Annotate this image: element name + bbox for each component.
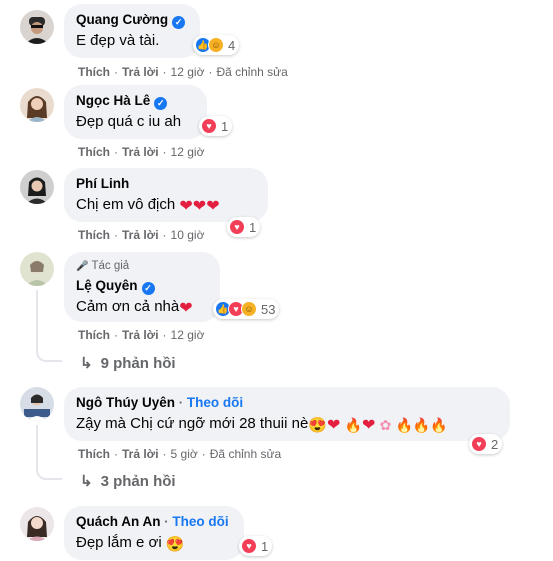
reaction-count: 2: [491, 436, 499, 452]
like-button[interactable]: Thích: [78, 65, 110, 79]
reaction-summary[interactable]: 👍 ♥ ☺ 53: [213, 299, 280, 319]
thread-connector: [36, 344, 62, 362]
reaction-summary[interactable]: ♥ 1: [227, 217, 261, 237]
timestamp[interactable]: 12 giờ: [171, 145, 205, 159]
fire-emoji-icon: 🔥🔥🔥: [395, 417, 448, 433]
avatar[interactable]: [20, 252, 54, 286]
author-name[interactable]: Phí Linh: [76, 176, 129, 191]
reaction-summary[interactable]: ♥ 2: [469, 434, 503, 454]
reply-button[interactable]: Trả lời: [122, 65, 159, 79]
comment-text: E đẹp và tài.: [76, 32, 160, 49]
timestamp[interactable]: 5 giờ: [171, 447, 198, 461]
reaction-count: 1: [261, 538, 269, 554]
view-replies-button[interactable]: ↳ 9 phản hồi: [80, 354, 176, 372]
avatar[interactable]: [20, 387, 54, 421]
comment-text: Cảm ơn cả nhà: [76, 298, 180, 315]
heart-emoji-icon: ❤❤❤: [179, 198, 220, 215]
comment-actions: Thích · Trả lời · 12 giờ: [78, 145, 205, 159]
comment-actions: Thích · Trả lời · 10 giờ: [78, 228, 205, 242]
comment-bubble: Phí Linh Chị em vô địch ❤❤❤: [64, 168, 268, 222]
heart-emoji-icon: ❤: [327, 417, 341, 434]
heart-eyes-emoji-icon: 😍: [165, 536, 185, 553]
edited-label: Đã chỉnh sửa: [209, 447, 282, 461]
reaction-summary[interactable]: ♥ 1: [199, 116, 233, 136]
reply-arrow-icon: ↳: [80, 473, 93, 490]
comment-bubble: Ngọc Hà Lê ✓ Đẹp quá c iu ah: [64, 85, 207, 139]
love-reaction-icon: ♥: [229, 219, 245, 235]
heart-emoji-icon: ❤: [362, 417, 376, 434]
like-button[interactable]: Thích: [78, 145, 110, 159]
love-reaction-icon: ♥: [471, 436, 487, 452]
author-name[interactable]: Quách An An: [76, 514, 161, 529]
fire-emoji-icon: 🔥: [344, 417, 363, 433]
author-name[interactable]: Ngô Thúy Uyên: [76, 395, 175, 410]
view-replies-button[interactable]: ↳ 3 phản hồi: [80, 472, 176, 490]
microphone-icon: 🎤: [76, 261, 89, 272]
comment-bubble: 🎤 Tác giả Lệ Quyên ✓ Cảm ơn cả nhà❤: [64, 252, 220, 322]
comment-text: Zậy mà Chị cứ ngỡ mới 28 thuii nè: [76, 415, 309, 432]
reply-button[interactable]: Trả lời: [122, 447, 159, 461]
follow-button[interactable]: Theo dõi: [172, 514, 228, 529]
care-reaction-icon: ☺: [241, 301, 257, 317]
like-button[interactable]: Thích: [78, 328, 110, 342]
like-button[interactable]: Thích: [78, 447, 110, 461]
heart-eyes-emoji-icon: 😍: [308, 417, 327, 434]
thread-line: [36, 425, 38, 465]
thread-line: [36, 290, 38, 346]
reply-button[interactable]: Trả lời: [122, 328, 159, 342]
verified-badge-icon: ✓: [154, 97, 168, 110]
reaction-summary[interactable]: ♥ 1: [239, 536, 273, 556]
comment-bubble: Quách An An · Theo dõi Đẹp lắm e ơi 😍: [64, 506, 244, 560]
edited-label: Đã chỉnh sửa: [216, 65, 288, 79]
verified-badge-icon: ✓: [141, 282, 155, 295]
flower-emoji-icon: ✿: [379, 417, 392, 433]
avatar[interactable]: [20, 170, 54, 204]
author-tag: Tác giả: [91, 260, 130, 272]
thread-connector: [36, 462, 62, 480]
timestamp[interactable]: 12 giờ: [171, 328, 205, 342]
follow-button[interactable]: Theo dõi: [187, 395, 243, 410]
reaction-count: 1: [221, 118, 229, 134]
timestamp[interactable]: 10 giờ: [171, 228, 205, 242]
care-reaction-icon: ☺: [208, 37, 224, 53]
love-reaction-icon: ♥: [241, 538, 257, 554]
comment-bubble: Ngô Thúy Uyên · Theo dõi Zậy mà Chị cứ n…: [64, 387, 510, 441]
comment-actions: Thích · Trả lời · 5 giờ · Đã chỉnh sửa: [78, 447, 282, 461]
timestamp[interactable]: 12 giờ: [171, 65, 205, 79]
reply-arrow-icon: ↳: [80, 355, 93, 372]
comment-text: Chị em vô địch: [76, 196, 176, 213]
avatar[interactable]: [20, 10, 54, 44]
reaction-count: 1: [249, 219, 257, 235]
author-name[interactable]: Quang Cường: [76, 12, 168, 27]
author-name[interactable]: Ngọc Hà Lê: [76, 93, 150, 108]
comment-actions: Thích · Trả lời · 12 giờ: [78, 328, 205, 342]
avatar[interactable]: [20, 507, 54, 541]
comment-actions: Thích · Trả lời · 12 giờ · Đã chỉnh sửa: [78, 65, 288, 79]
reaction-summary[interactable]: 👍 ☺ 4: [193, 35, 240, 55]
love-reaction-icon: ♥: [201, 118, 217, 134]
comment-bubble: Quang Cường ✓ E đẹp và tài.: [64, 4, 200, 58]
reply-button[interactable]: Trả lời: [122, 228, 159, 242]
like-button[interactable]: Thích: [78, 228, 110, 242]
comment-text: Đẹp lắm e ơi: [76, 534, 162, 551]
author-name[interactable]: Lệ Quyên: [76, 278, 138, 293]
reaction-count: 4: [228, 37, 236, 53]
verified-badge-icon: ✓: [172, 16, 186, 29]
heart-emoji-icon: ❤: [179, 300, 193, 317]
avatar[interactable]: [20, 88, 54, 122]
reaction-count: 53: [261, 301, 276, 317]
reply-button[interactable]: Trả lời: [122, 145, 159, 159]
comment-text: Đẹp quá c iu ah: [76, 113, 182, 130]
